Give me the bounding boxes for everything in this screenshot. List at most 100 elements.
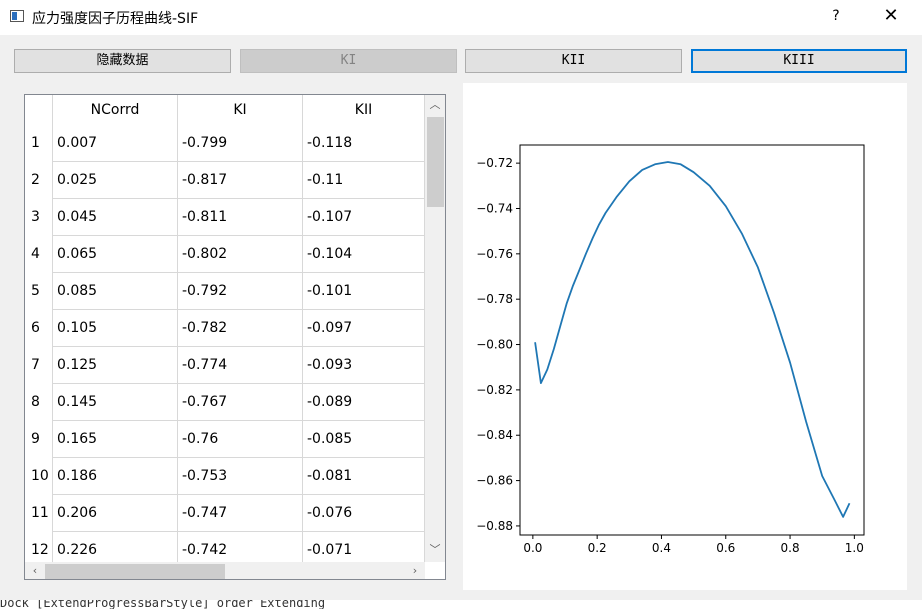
x-tick-label: 0.4 [652, 541, 671, 555]
help-button[interactable]: ? [826, 5, 846, 27]
cell-ncorrd[interactable]: 0.145 [53, 384, 178, 421]
x-tick-label: 1.0 [845, 541, 864, 555]
cell-kii[interactable]: -0.11 [303, 162, 425, 199]
x-tick-label: 0.0 [523, 541, 542, 555]
row-header[interactable]: 5 [25, 273, 53, 310]
ki-data-point [642, 169, 643, 170]
ki-data-point [667, 161, 668, 162]
x-tick-label: 0.2 [588, 541, 607, 555]
ki-data-point [849, 503, 850, 504]
ki-data-point [822, 475, 823, 476]
vertical-scroll-thumb[interactable] [427, 117, 444, 207]
plot-frame [519, 144, 865, 536]
ki-data-point [680, 164, 681, 165]
scroll-down-icon[interactable]: ﹀ [427, 542, 443, 558]
cell-ncorrd[interactable]: 0.045 [53, 199, 178, 236]
cell-ncorrd[interactable]: 0.206 [53, 495, 178, 532]
y-tick-label: −0.74 [476, 201, 513, 215]
ki-data-point [629, 181, 630, 182]
kii-button[interactable]: KII [465, 49, 682, 73]
row-header[interactable]: 7 [25, 347, 53, 384]
ki-button: KI [240, 49, 457, 73]
cell-ncorrd[interactable]: 0.065 [53, 236, 178, 273]
y-tick-label: −0.78 [476, 292, 513, 306]
ki-data-point [566, 303, 567, 304]
row-header[interactable]: 2 [25, 162, 53, 199]
ki-data-point [806, 421, 807, 422]
row-header[interactable]: 1 [25, 125, 53, 162]
window-title: 应力强度因子历程曲线-SIF [32, 11, 199, 27]
cell-ncorrd[interactable]: 0.125 [53, 347, 178, 384]
cell-kii[interactable]: -0.118 [303, 125, 425, 162]
row-header[interactable]: 10 [25, 458, 53, 495]
column-header-kii[interactable]: KII [303, 95, 425, 125]
status-text: Dock [ExtendProgressBarStyle] order Exte… [0, 600, 326, 609]
status-bar: Dock [ExtendProgressBarStyle] order Exte… [0, 600, 922, 609]
cell-ki[interactable]: -0.747 [178, 495, 303, 532]
ki-data-point [572, 285, 573, 286]
cell-ncorrd[interactable]: 0.007 [53, 125, 178, 162]
ki-data-point [654, 164, 655, 165]
hide-data-button[interactable]: 隐藏数据 [14, 49, 231, 73]
cell-kii[interactable]: -0.081 [303, 458, 425, 495]
column-header-ncorrd[interactable]: NCorrd [53, 95, 178, 125]
close-button[interactable]: ✕ [880, 5, 902, 27]
horizontal-scroll-thumb[interactable] [45, 564, 225, 579]
cell-kii[interactable]: -0.097 [303, 310, 425, 347]
row-header[interactable]: 4 [25, 236, 53, 273]
sif-dialog: 应力强度因子历程曲线-SIF ? ✕ 隐藏数据 KI KII KIII NCor… [0, 0, 922, 609]
ki-data-point [709, 185, 710, 186]
ki-data-point [725, 206, 726, 207]
y-tick-label: −0.80 [476, 338, 513, 352]
cell-ki[interactable]: -0.799 [178, 125, 303, 162]
ki-data-point [773, 312, 774, 313]
cell-ncorrd[interactable]: 0.025 [53, 162, 178, 199]
x-tick-label: 0.8 [781, 541, 800, 555]
row-header[interactable]: 11 [25, 495, 53, 532]
ki-data-point [843, 516, 844, 517]
cell-kii[interactable]: -0.101 [303, 273, 425, 310]
cell-ncorrd[interactable]: 0.165 [53, 421, 178, 458]
x-tick-label: 0.6 [716, 541, 735, 555]
cell-kii[interactable]: -0.107 [303, 199, 425, 236]
plot-panel: 0.0 0.2 0.4 0.6 0.8 1.0 −0.72 −0.74 −0.76 −0.78 −0… [463, 83, 907, 590]
kiii-button[interactable]: KIII [691, 49, 907, 73]
y-tick-label: −0.76 [476, 247, 513, 261]
cell-ncorrd[interactable]: 0.085 [53, 273, 178, 310]
cell-kii[interactable]: -0.085 [303, 421, 425, 458]
y-tick-label: −0.86 [476, 474, 513, 488]
cell-ncorrd[interactable]: 0.186 [53, 458, 178, 495]
cell-ki[interactable]: -0.76 [178, 421, 303, 458]
cell-ki[interactable]: -0.782 [178, 310, 303, 347]
cell-kii[interactable]: -0.089 [303, 384, 425, 421]
row-header[interactable]: 9 [25, 421, 53, 458]
data-table[interactable]: NCorrd KI KII 1 0.007 -0.799 -0.118 2 0.025 -0… [24, 94, 446, 580]
cell-ki[interactable]: -0.774 [178, 347, 303, 384]
cell-kii[interactable]: -0.076 [303, 495, 425, 532]
cell-ki[interactable]: -0.802 [178, 236, 303, 273]
cell-ki[interactable]: -0.817 [178, 162, 303, 199]
ki-data-point [693, 172, 694, 173]
cell-kii[interactable]: -0.104 [303, 236, 425, 273]
cell-ki[interactable]: -0.767 [178, 384, 303, 421]
cell-kii[interactable]: -0.093 [303, 347, 425, 384]
column-header-ki[interactable]: KI [178, 95, 303, 125]
ki-data-point [598, 224, 599, 225]
sif-line-chart: 0.0 0.2 0.4 0.6 0.8 1.0 −0.72 −0.74 −0.76 −0.78 −0… [476, 144, 865, 555]
cell-ki[interactable]: -0.753 [178, 458, 303, 495]
row-header[interactable]: 8 [25, 384, 53, 421]
row-header[interactable]: 3 [25, 199, 53, 236]
y-tick-label: −0.88 [476, 519, 513, 533]
scroll-up-icon[interactable]: ︿ [427, 97, 443, 113]
row-header[interactable]: 6 [25, 310, 53, 347]
cell-ki[interactable]: -0.792 [178, 273, 303, 310]
ki-data-point [579, 269, 580, 270]
ki-data-point [560, 326, 561, 327]
app-icon [10, 10, 24, 22]
cell-ki[interactable]: -0.811 [178, 199, 303, 236]
scroll-right-icon[interactable]: › [407, 563, 423, 579]
cell-ncorrd[interactable]: 0.105 [53, 310, 178, 347]
ki-data-point [592, 237, 593, 238]
ki-data-point [535, 342, 536, 343]
scroll-left-icon[interactable]: ‹ [27, 563, 43, 579]
